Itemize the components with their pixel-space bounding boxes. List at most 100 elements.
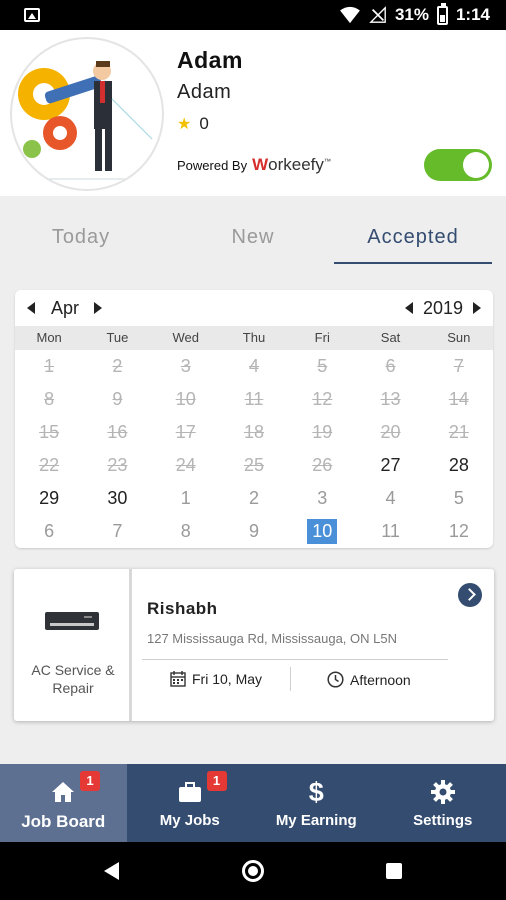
calendar-day[interactable]: 1	[152, 482, 220, 515]
tab-today[interactable]: Today	[0, 214, 162, 264]
tab-new[interactable]: New	[172, 214, 334, 264]
calendar-day-number: 23	[107, 455, 128, 475]
home-button-icon[interactable]	[242, 860, 264, 882]
calendar-day[interactable]: 9	[220, 515, 288, 548]
calendar-day-number: 30	[107, 488, 128, 508]
calendar-day[interactable]: 8	[152, 515, 220, 548]
job-card[interactable]: AC Service & Repair Rishabh 127 Mississa…	[14, 569, 494, 721]
divider	[142, 659, 448, 660]
calendar-day[interactable]: 7	[83, 515, 151, 548]
calendar-day[interactable]: 5	[425, 482, 493, 515]
calendar-week: 22 23 24 25 26 27 28	[15, 449, 493, 482]
calendar-day[interactable]: 29	[15, 482, 83, 515]
air-conditioner-icon	[45, 612, 99, 630]
calendar-day: 4	[220, 350, 288, 383]
toggle-knob	[463, 152, 489, 178]
calendar-day-number: 12	[448, 521, 469, 541]
calendar-day: 12	[288, 383, 356, 416]
weekday-label: Tue	[106, 330, 129, 345]
customer-name: Rishabh	[147, 599, 218, 618]
calendar-day-number: 22	[39, 455, 60, 475]
calendar-day[interactable]: 3	[288, 482, 356, 515]
calendar-day-number: 2	[112, 356, 123, 376]
calendar-day-number: 3	[180, 356, 191, 376]
calendar-day-number: 5	[453, 488, 464, 508]
nav-my-earning[interactable]: $ My Earning	[253, 764, 380, 842]
job-time: Afternoon	[327, 671, 411, 688]
calendar-day: 7	[425, 350, 493, 383]
calendar-year: 2019	[423, 298, 464, 318]
tab-accepted[interactable]: Accepted	[334, 214, 492, 264]
calendar-day: 6	[356, 350, 424, 383]
calendar-day: 5	[288, 350, 356, 383]
calendar-week: 6 7 8 9 10 11 12	[15, 515, 493, 548]
calendar-day: 8	[15, 383, 83, 416]
calendar-day[interactable]: 2	[220, 482, 288, 515]
profile-rating: ★ 0	[177, 114, 209, 134]
calendar-day-number: 5	[317, 356, 328, 376]
calendar-day-number: 9	[112, 389, 123, 409]
workeefy-logo: Workeefy™	[252, 155, 331, 174]
open-job-button[interactable]	[458, 583, 482, 607]
nav-job-board[interactable]: 1 Job Board	[0, 764, 127, 842]
calendar-day: 21	[425, 416, 493, 449]
calendar-day[interactable]: 11	[356, 515, 424, 548]
calendar: Apr 2019 Mon Tue Wed Thu Fri Sat Sun 123…	[15, 290, 493, 548]
next-month-arrow-icon[interactable]	[94, 302, 102, 314]
availability-toggle[interactable]	[424, 149, 492, 181]
divider	[290, 667, 291, 691]
calendar-day-number: 6	[385, 356, 396, 376]
next-year-arrow-icon[interactable]	[473, 302, 481, 314]
calendar-day[interactable]: 28	[425, 449, 493, 482]
bottom-navigation: 1 Job Board 1 My Jobs $ My Earning Setti…	[0, 764, 506, 842]
rating-value: 0	[199, 114, 209, 133]
calendar-day: 9	[83, 383, 151, 416]
star-icon: ★	[177, 116, 192, 133]
dollar-icon: $	[308, 777, 324, 807]
calendar-day: 18	[220, 416, 288, 449]
calendar-day-number: 11	[381, 521, 400, 541]
calendar-day: 24	[152, 449, 220, 482]
job-address: 127 Mississauga Rd, Mississauga, ON L5N	[147, 631, 397, 646]
calendar-day-number: 12	[312, 389, 333, 409]
calendar-day-number: 1	[44, 356, 55, 376]
calendar-grid: 1 2 3 4 5 6 7 8 9 10 11 12 13 14 15 16 17 18 19 20 21 22 23 24 2…	[15, 350, 493, 548]
calendar-day[interactable]: 6	[15, 515, 83, 548]
calendar-day: 23	[83, 449, 151, 482]
calendar-day: 14	[425, 383, 493, 416]
calendar-day-number: 16	[107, 422, 128, 442]
calendar-header: Apr 2019	[15, 290, 493, 326]
profile-username: Adam	[177, 81, 232, 103]
calendar-day[interactable]: 12	[425, 515, 493, 548]
calendar-day-number: 27	[380, 455, 401, 475]
clock-icon	[327, 671, 344, 688]
avatar[interactable]	[10, 37, 164, 191]
calendar-day-number: 21	[448, 422, 469, 442]
calendar-day-selected[interactable]: 10	[288, 515, 356, 548]
calendar-day: 17	[152, 416, 220, 449]
calendar-day-number: 14	[448, 389, 469, 409]
calendar-day[interactable]: 27	[356, 449, 424, 482]
my-jobs-badge: 1	[206, 771, 227, 791]
nav-label: Job Board	[21, 812, 106, 831]
calendar-day[interactable]: 30	[83, 482, 151, 515]
prev-month-arrow-icon[interactable]	[27, 302, 35, 314]
calendar-day-number: 20	[380, 422, 401, 442]
back-icon[interactable]	[104, 862, 119, 880]
calendar-day[interactable]: 4	[356, 482, 424, 515]
briefcase-icon	[176, 778, 204, 806]
job-date: Fri 10, May	[170, 671, 262, 687]
prev-year-arrow-icon[interactable]	[405, 302, 413, 314]
nav-my-jobs[interactable]: 1 My Jobs	[127, 764, 254, 842]
calendar-day: 3	[152, 350, 220, 383]
recent-apps-icon[interactable]	[386, 863, 402, 879]
calendar-day: 19	[288, 416, 356, 449]
service-type: AC Service & Repair	[31, 662, 115, 696]
calendar-day: 25	[220, 449, 288, 482]
nav-label: My Jobs	[159, 812, 220, 829]
calendar-day-number: 3	[317, 488, 328, 508]
nav-settings[interactable]: Settings	[380, 764, 506, 842]
job-date-text: Fri 10, May	[192, 671, 263, 687]
nav-label: Settings	[413, 812, 473, 829]
job-time-text: Afternoon	[350, 671, 411, 688]
